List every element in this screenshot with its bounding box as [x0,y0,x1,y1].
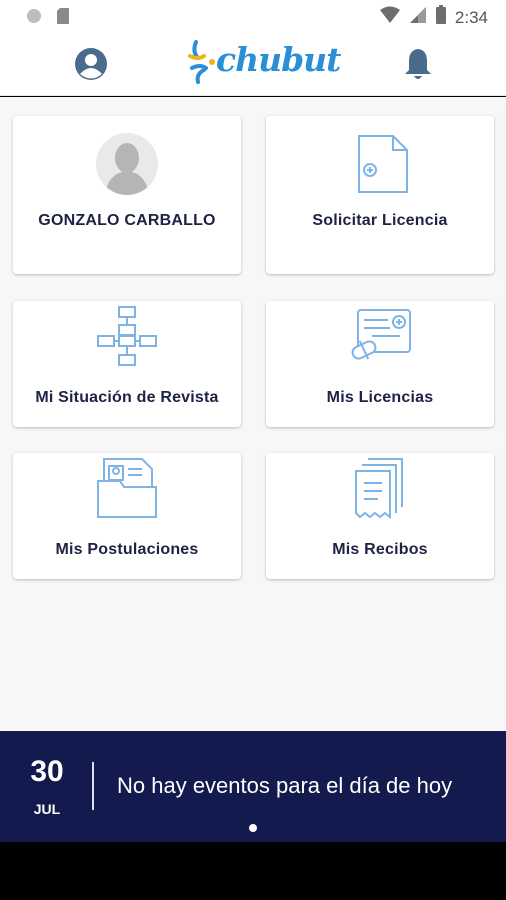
event-day: 30 [30,755,64,788]
profile-card[interactable]: GONZALO CARBALLO [13,116,241,274]
profile-name: GONZALO CARBALLO [38,212,216,229]
bell-icon[interactable] [402,46,434,82]
sd-card-icon [56,7,70,30]
status-bar: 2:34 [0,0,506,32]
event-message: No hay eventos para el día de hoy [117,773,453,798]
main-content: GONZALO CARBALLO Solicitar Licencia Mi S… [0,97,506,731]
license-card-icon [351,309,411,360]
receipts-icon [355,458,403,519]
battery-icon [435,5,447,30]
page-indicator-dot[interactable] [249,824,257,832]
chubut-logo: chubut [186,38,341,90]
org-chart-icon [97,306,157,366]
system-nav-bar [0,842,506,900]
mis-recibos-card[interactable]: Mis Recibos [266,453,494,579]
status-time: 2:34 [454,7,488,27]
mis-licencias-card[interactable]: Mis Licencias [266,301,494,427]
solicitar-licencia-label: Solicitar Licencia [312,212,448,229]
situacion-revista-label: Mi Situación de Revista [35,389,219,406]
avatar [96,133,158,195]
folder-id-icon [97,458,157,518]
signal-icon [409,6,427,29]
app-bar: chubut [0,32,506,96]
document-add-icon [358,135,408,193]
divider [92,762,94,810]
events-banner[interactable]: 30 JUL No hay eventos para el día de hoy [0,731,506,842]
wifi-icon [379,6,401,29]
profile-icon[interactable] [74,47,108,81]
mis-licencias-label: Mis Licencias [326,389,434,406]
circle-icon [26,8,42,29]
mis-postulaciones-label: Mis Postulaciones [55,541,199,558]
event-month: JUL [33,801,61,817]
situacion-revista-card[interactable]: Mi Situación de Revista [13,301,241,427]
mis-postulaciones-card[interactable]: Mis Postulaciones [13,453,241,579]
logo-text: chubut [216,40,341,79]
solicitar-licencia-card[interactable]: Solicitar Licencia [266,116,494,274]
mis-recibos-label: Mis Recibos [332,541,428,558]
